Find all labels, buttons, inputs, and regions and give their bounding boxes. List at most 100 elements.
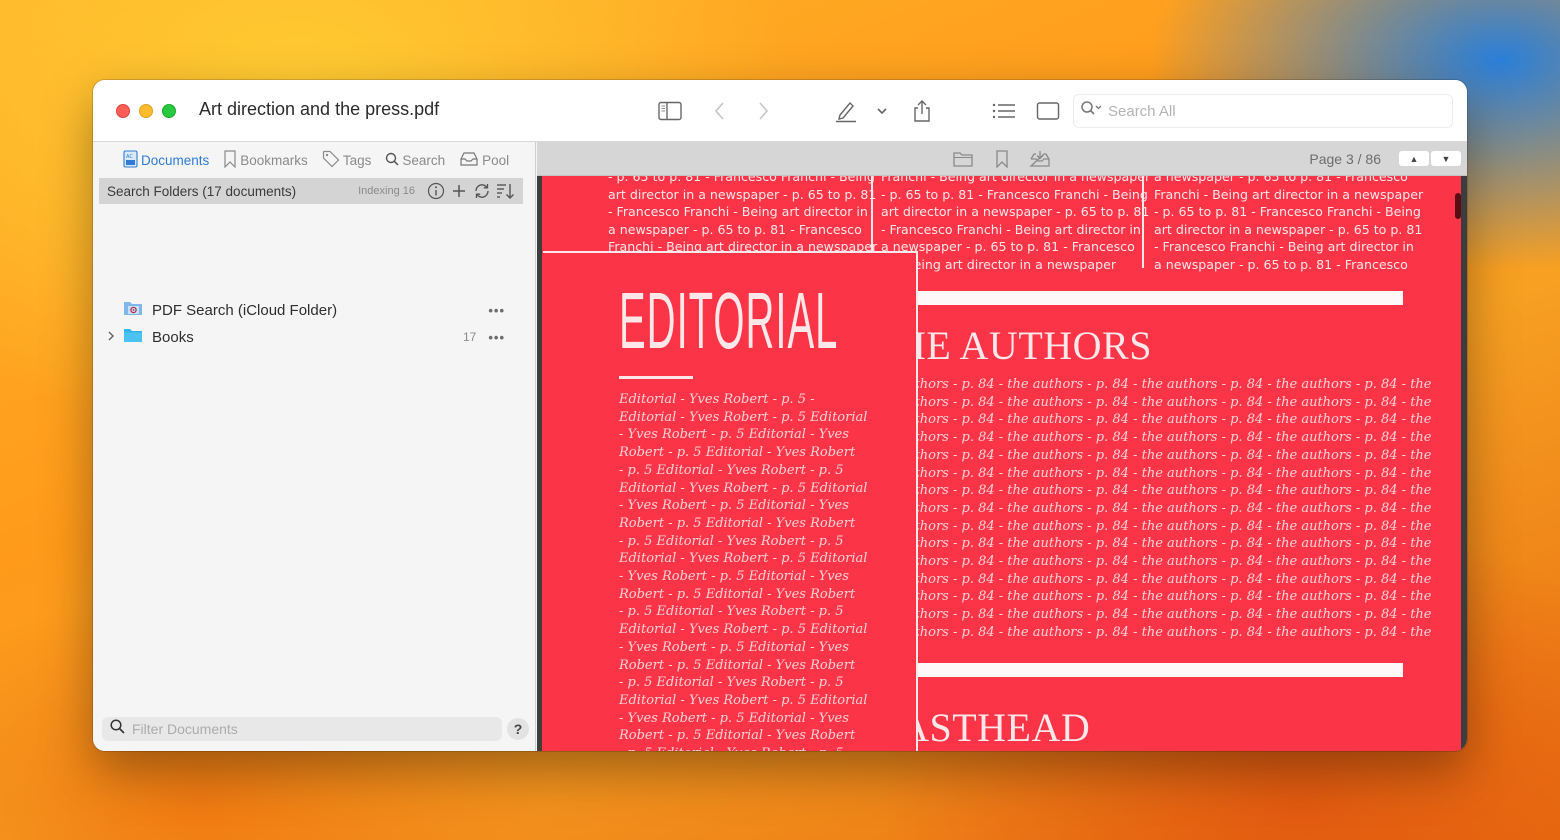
- section-divider-bar: [912, 291, 1403, 305]
- previous-page-button[interactable]: ▲: [1399, 151, 1429, 166]
- text-line: - p. 5 Editorial - Yves Robert - p. 5: [619, 533, 844, 549]
- tab-search[interactable]: Search: [385, 150, 445, 171]
- text-line: Editorial - Yves Robert - p. 5 -: [619, 392, 815, 407]
- tab-pool-label: Pool: [482, 153, 510, 168]
- text-line: - Francesco Franchi - Being art director…: [1154, 239, 1414, 255]
- tab-bookmarks[interactable]: Bookmarks: [223, 150, 308, 171]
- text-line: Editorial - Yves Robert - p. 5 Editorial: [619, 551, 868, 567]
- indexing-status: Indexing 16: [358, 185, 415, 197]
- text-line: Franchi - Being art director in a newspa…: [1154, 186, 1424, 202]
- viewer-toolbar: Page 3 / 86 ▲ ▼: [537, 142, 1467, 176]
- pdf-viewer: Page 3 / 86 ▲ ▼ - p. 65 to p. 81 - Franc…: [537, 142, 1467, 751]
- text-line: Editorial - Yves Robert - p. 5 Editorial: [619, 692, 868, 708]
- filter-documents-field[interactable]: Filter Documents: [102, 717, 502, 741]
- app-window: Art direction and the press.pdf Search A…: [93, 80, 1467, 751]
- text-line: a newspaper - p. 65 to p. 81 - Francesco: [608, 221, 862, 237]
- filter-documents-placeholder: Filter Documents: [132, 721, 238, 737]
- text-line: Franchi - Being art director in a newspa…: [881, 176, 1151, 184]
- page-stepper: ▲ ▼: [1399, 151, 1461, 166]
- text-line: the authors - p. 84 - the authors - p. 8…: [873, 412, 1432, 428]
- zoom-window-button[interactable]: [162, 104, 176, 118]
- help-button[interactable]: ?: [507, 718, 529, 740]
- minimize-window-button[interactable]: [139, 104, 153, 118]
- column-divider: [1142, 176, 1144, 268]
- text-line: art director in a newspaper - p. 65 to p…: [1154, 221, 1423, 237]
- search-icon: [385, 152, 399, 169]
- search-all-placeholder: Search All: [1108, 102, 1176, 120]
- text-line: the authors - p. 84 - the authors - p. 8…: [873, 500, 1432, 516]
- tab-documents[interactable]: AC Documents: [123, 150, 209, 171]
- text-line: Robert - p. 5 Editorial - Yves Robert: [619, 728, 856, 744]
- text-line: the authors - p. 84 - the authors - p. 8…: [873, 607, 1432, 623]
- documents-icon: AC: [123, 150, 138, 171]
- list-icon[interactable]: [991, 98, 1017, 124]
- tab-tags-label: Tags: [342, 153, 372, 168]
- text-line: the authors - p. 84 - the authors - p. 8…: [873, 430, 1432, 446]
- next-page-button[interactable]: ▼: [1431, 151, 1461, 166]
- back-chevron-icon[interactable]: [707, 98, 733, 124]
- text-line: Robert - p. 5 Editorial - Yves Robert: [619, 657, 856, 673]
- text-line: - p. 65 to p. 81 - Francesco Franchi - B…: [608, 176, 875, 184]
- text-line: - Francesco Franchi - Being art director…: [881, 221, 1141, 237]
- icloud-folder-icon: [123, 300, 143, 320]
- refresh-icon[interactable]: [472, 181, 492, 201]
- text-line: a newspaper - p. 65 to p. 81 - Francesco: [881, 239, 1135, 255]
- folder-icon[interactable]: [952, 149, 974, 169]
- add-folder-icon[interactable]: [449, 181, 469, 201]
- dropdown-chevron-icon[interactable]: [869, 98, 895, 124]
- tree-item-icloud-folder[interactable]: PDF Search (iCloud Folder) •••: [107, 298, 505, 322]
- text-line: the authors - p. 84 - the authors - p. 8…: [873, 377, 1432, 392]
- text-line: art director in a newspaper - p. 65 to p…: [608, 186, 877, 202]
- tab-documents-label: Documents: [141, 153, 210, 168]
- share-icon[interactable]: [909, 98, 935, 124]
- search-all-field[interactable]: Search All: [1073, 94, 1453, 128]
- pen-markup-icon[interactable]: [833, 98, 859, 124]
- page-indicator: Page 3 / 86: [1309, 151, 1381, 167]
- close-window-button[interactable]: [116, 104, 130, 118]
- search-options-icon[interactable]: [1080, 100, 1104, 123]
- text-line: - Yves Robert - p. 5 Editorial - Yves: [619, 427, 849, 443]
- sidebar: AC Documents Bookmarks Tags Search Pool …: [93, 142, 536, 751]
- text-line: Robert - p. 5 Editorial - Yves Robert: [619, 445, 856, 461]
- text-line: - Yves Robert - p. 5 Editorial - Yves: [619, 498, 849, 514]
- text-line: - Yves Robert - p. 5 Editorial - Yves: [619, 639, 849, 655]
- forward-chevron-icon[interactable]: [750, 98, 776, 124]
- single-page-icon[interactable]: [1035, 98, 1061, 124]
- editorial-rule: [619, 376, 693, 379]
- text-line: Editorial - Yves Robert - p. 5 Editorial: [619, 622, 868, 638]
- text-line: a newspaper - p. 65 to p. 81 - Francesco: [1154, 256, 1408, 272]
- text-line: - p. 5 Editorial - Yves Robert - p. 5: [619, 675, 844, 691]
- editorial-text: Editorial - Yves Robert - p. 5 - Editoria…: [619, 391, 867, 751]
- tray-icon: [459, 151, 479, 170]
- tree-item-books[interactable]: Books 17 •••: [107, 325, 505, 349]
- editorial-title: EDITORIAL: [619, 276, 839, 365]
- text-line: a newspaper - p. 65 to p. 81 - Francesco: [1154, 176, 1408, 184]
- bookmark-icon: [223, 150, 237, 171]
- tab-pool[interactable]: Pool: [459, 150, 509, 171]
- authors-text: the authors - p. 84 - the authors - p. 8…: [873, 376, 1431, 642]
- window-title: Art direction and the press.pdf: [199, 99, 440, 119]
- text-line: the authors - p. 84 - the authors - p. 8…: [873, 447, 1432, 463]
- info-icon[interactable]: [426, 181, 446, 201]
- bookmark-icon[interactable]: [991, 149, 1013, 169]
- sort-icon[interactable]: [495, 181, 515, 201]
- text-line: art director in a newspaper - p. 65 to p…: [881, 204, 1150, 220]
- vertical-scrollbar-thumb[interactable]: [1455, 193, 1461, 219]
- disclosure-chevron-icon[interactable]: [107, 330, 123, 345]
- tree-item-label: Books: [152, 328, 194, 346]
- tree-item-label: PDF Search (iCloud Folder): [152, 301, 338, 319]
- pdf-text-column-1: - p. 65 to p. 81 - Francesco Franchi - B…: [608, 176, 877, 256]
- download-tray-icon[interactable]: [1029, 149, 1051, 169]
- pdf-text-column-3: a newspaper - p. 65 to p. 81 - Francesco…: [1154, 176, 1423, 274]
- search-folders-title: Search Folders (17 documents): [107, 183, 297, 199]
- tab-tags[interactable]: Tags: [322, 150, 372, 171]
- filter-search-icon: [110, 719, 125, 739]
- pdf-text-column-2: Franchi - Being art director in a newspa…: [881, 176, 1150, 274]
- more-options-icon[interactable]: •••: [488, 330, 505, 345]
- text-line: the authors - p. 84 - the authors - p. 8…: [873, 394, 1432, 410]
- sidebar-toggle-icon[interactable]: [657, 98, 683, 124]
- tree-item-count: 17: [462, 330, 477, 344]
- more-options-icon[interactable]: •••: [488, 303, 505, 318]
- text-line: the authors - p. 84 - the authors - p. 8…: [873, 465, 1432, 481]
- text-line: - p. 5 Editorial - Yves Robert - p. 5: [619, 604, 844, 620]
